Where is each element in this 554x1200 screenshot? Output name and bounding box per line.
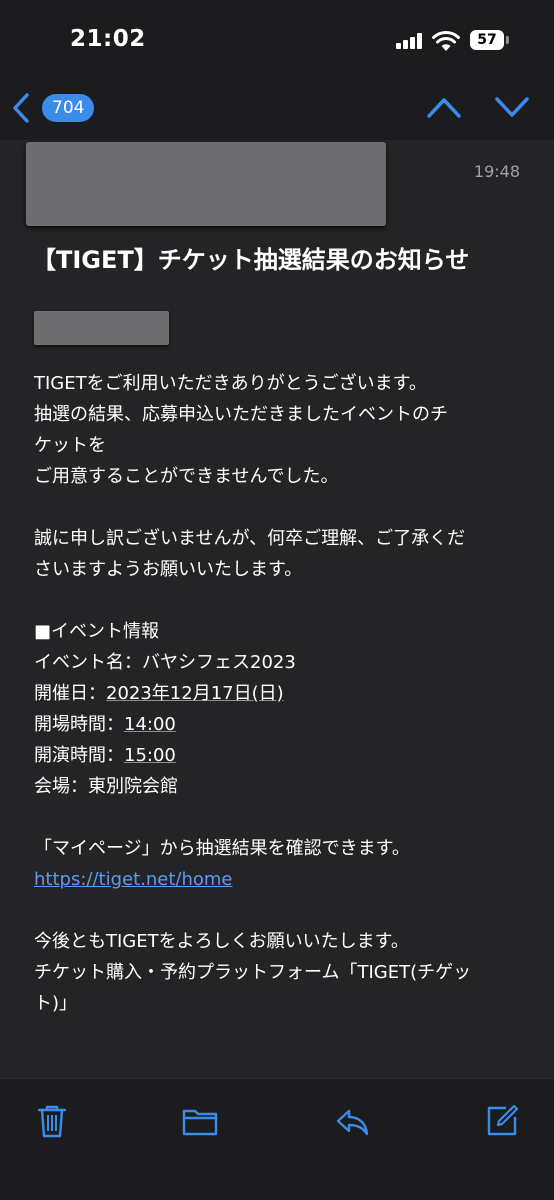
mypage-text: 「マイページ」から抽選結果を確認できます。 [34,838,410,859]
event-date-row: 開催日：2023年12月17日(日) [34,678,524,709]
unread-count-badge[interactable]: 704 [42,94,95,122]
event-info: ■イベント情報 イベント名：バヤシフェス2023 開催日：2023年12月17日… [34,616,524,802]
event-start-time[interactable]: 15:00 [124,745,176,766]
nav-bar: 704 [0,76,554,140]
event-venue: 東別院会館 [88,776,178,797]
mail-screen: 21:02 57 704 19:48 【TIGET】チケット抽選結果のお知らせ … [0,0,554,1200]
event-date-label: 開催日： [34,683,106,704]
closing-paragraph: 今後ともTIGETをよろしくお願いいたします。 チケット購入・予約プラットフォー… [34,926,524,1019]
body-line: さいますようお願いいたします。 [34,559,303,580]
body-line: チケット購入・予約プラットフォーム「TIGET(チゲッ [34,962,472,983]
reply-icon[interactable] [334,1103,370,1139]
bottom-toolbar [0,1078,554,1200]
event-name-label: イベント名： [34,652,142,673]
mypage-paragraph: 「マイページ」から抽選結果を確認できます。 https://tiget.net/… [34,833,524,895]
folder-icon[interactable] [182,1103,218,1139]
battery-icon: 57 [470,30,504,50]
body-line: 誠に申し訳ございませんが、何卒ご理解、ご了承くだ [34,528,466,549]
body-line: 抽選の結果、応募申込いただきましたイベントのチ [34,404,448,425]
event-venue-row: 会場：東別院会館 [34,771,524,802]
event-open-time[interactable]: 14:00 [124,714,176,735]
status-time: 21:02 [70,26,146,52]
signal-icon [396,33,423,49]
body-line: 今後ともTIGETをよろしくお願いいたします。 [34,931,409,952]
event-venue-label: 会場： [34,776,88,797]
up-arrow-icon[interactable] [426,94,462,120]
trash-icon[interactable] [34,1103,70,1139]
back-icon[interactable] [10,92,32,124]
event-header: ■イベント情報 [34,621,160,642]
wifi-icon [432,30,460,51]
event-start-label: 開演時間： [34,745,124,766]
event-open-row: 開場時間：14:00 [34,709,524,740]
compose-icon[interactable] [484,1103,520,1139]
event-open-label: 開場時間： [34,714,124,735]
status-bar: 21:02 57 [0,0,554,76]
event-name-row: イベント名：バヤシフェス2023 [34,647,524,678]
event-name: バヤシフェス2023 [142,652,296,673]
down-arrow-icon[interactable] [494,94,530,120]
sender-redacted [26,142,386,226]
body-line: ご用意することができませんでした。 [34,466,339,487]
apology-paragraph: 誠に申し訳ございませんが、何卒ご理解、ご了承くだ さいますようお願いいたします。 [34,523,524,585]
battery-nub [506,36,509,44]
body-line: ト)」 [34,993,78,1014]
tiget-home-link[interactable]: https://tiget.net/home [34,869,233,890]
mail-body: TIGETをご利用いただきありがとうございます。 抽選の結果、応募申込いただきま… [34,368,524,1050]
event-date[interactable]: 2023年12月17日(日) [106,683,284,704]
mail-time: 19:48 [473,162,520,181]
mail-subject: 【TIGET】チケット抽選結果のお知らせ [32,246,470,274]
body-line: TIGETをご利用いただきありがとうございます。 [34,373,427,394]
event-start-row: 開演時間：15:00 [34,740,524,771]
greeting-paragraph: TIGETをご利用いただきありがとうございます。 抽選の結果、応募申込いただきま… [34,368,524,492]
recipient-redacted [34,311,169,345]
mail-content[interactable]: 19:48 【TIGET】チケット抽選結果のお知らせ TIGETをご利用いただき… [0,140,554,1078]
body-line: ケットを [34,435,106,456]
